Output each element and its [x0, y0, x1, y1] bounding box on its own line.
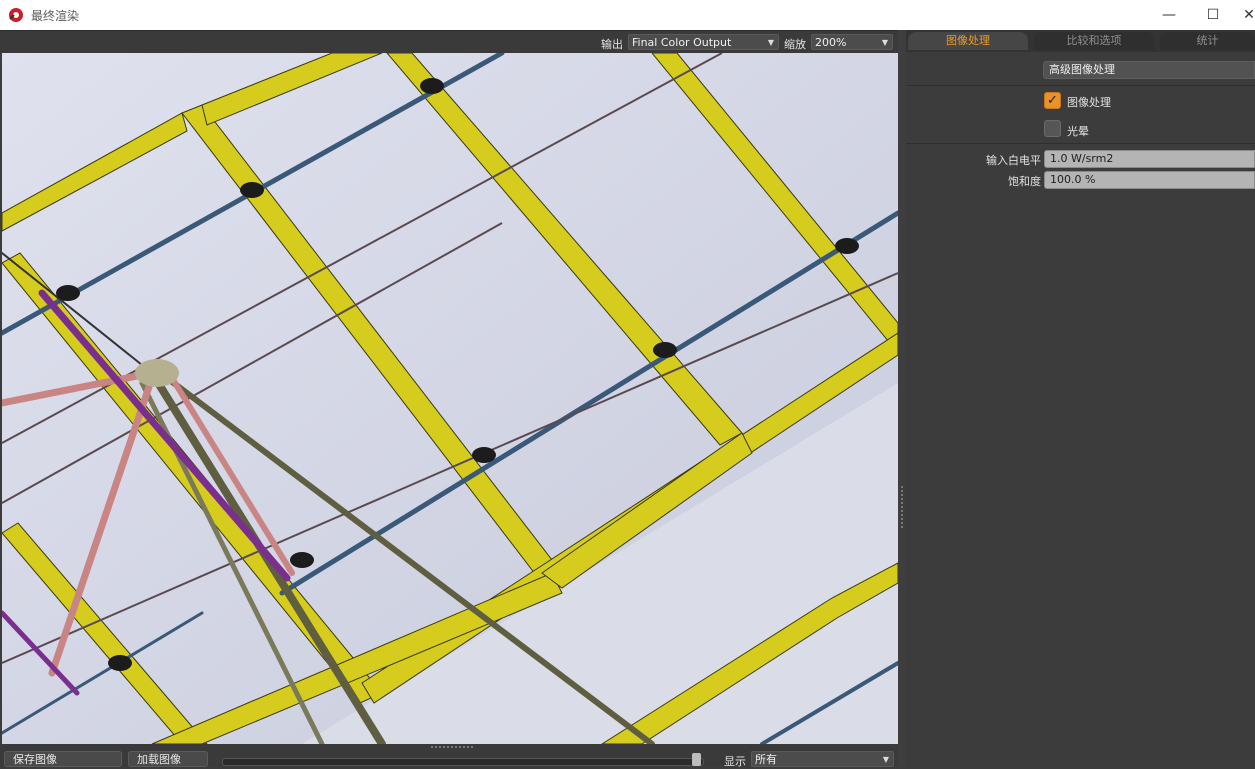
timeline-slider[interactable]: [222, 758, 704, 766]
render-view[interactable]: [2, 53, 898, 744]
output-label: 输出: [601, 38, 623, 51]
title-bar: 最终渲染 — ☐ ✕: [0, 0, 1255, 30]
show-dropdown[interactable]: 所有 ▼: [751, 751, 894, 767]
resize-grip[interactable]: [430, 745, 474, 749]
saturation-label: 饱和度: [1008, 175, 1041, 188]
tab-image-processing[interactable]: 图像处理: [908, 32, 1028, 50]
output-value: Final Color Output: [632, 36, 732, 49]
app-logo-icon: [9, 8, 23, 22]
input-white-label: 输入白电平: [986, 154, 1041, 167]
zoom-dropdown[interactable]: 200% ▼: [811, 34, 893, 50]
show-label: 显示: [724, 755, 746, 768]
chevron-down-icon: ▼: [767, 38, 774, 47]
bloom-label: 光晕: [1067, 125, 1089, 138]
settings-panel: 图像处理 比较和选项 统计 高级图像处理 ✓ 图像处理 光晕 输入白电平 1.0…: [906, 30, 1255, 766]
advanced-image-processing-button[interactable]: 高级图像处理: [1043, 61, 1255, 79]
image-processing-label: 图像处理: [1067, 96, 1111, 109]
tab-compare-options[interactable]: 比较和选项: [1034, 32, 1154, 50]
splitter-grip[interactable]: [900, 485, 904, 529]
chevron-down-icon: ▼: [881, 38, 888, 47]
load-image-button[interactable]: 加载图像: [128, 751, 208, 767]
window-title: 最终渲染: [31, 9, 80, 23]
panel-splitter[interactable]: [898, 30, 906, 766]
image-processing-checkbox[interactable]: ✓: [1044, 92, 1061, 109]
saturation-field[interactable]: 100.0 %: [1044, 171, 1255, 189]
zoom-value: 200%: [815, 36, 847, 49]
divider: [906, 85, 1255, 86]
input-white-field[interactable]: 1.0 W/srm2: [1044, 150, 1255, 168]
zoom-label: 缩放: [784, 38, 806, 51]
save-image-button[interactable]: 保存图像: [4, 751, 122, 767]
bloom-checkbox[interactable]: [1044, 120, 1061, 137]
maximize-button[interactable]: ☐: [1204, 6, 1222, 24]
tab-statistics[interactable]: 统计: [1160, 32, 1255, 50]
slider-handle[interactable]: [692, 753, 701, 766]
tab-bar: 图像处理 比较和选项 统计: [906, 30, 1255, 52]
minimize-button[interactable]: —: [1160, 6, 1178, 24]
divider: [906, 143, 1255, 144]
output-dropdown[interactable]: Final Color Output ▼: [628, 34, 779, 50]
show-value: 所有: [755, 753, 777, 766]
close-button[interactable]: ✕: [1240, 6, 1255, 24]
rendered-image: [2, 53, 898, 744]
viewport-toolbar: 输出 Final Color Output ▼ 缩放 200% ▼: [0, 30, 900, 53]
